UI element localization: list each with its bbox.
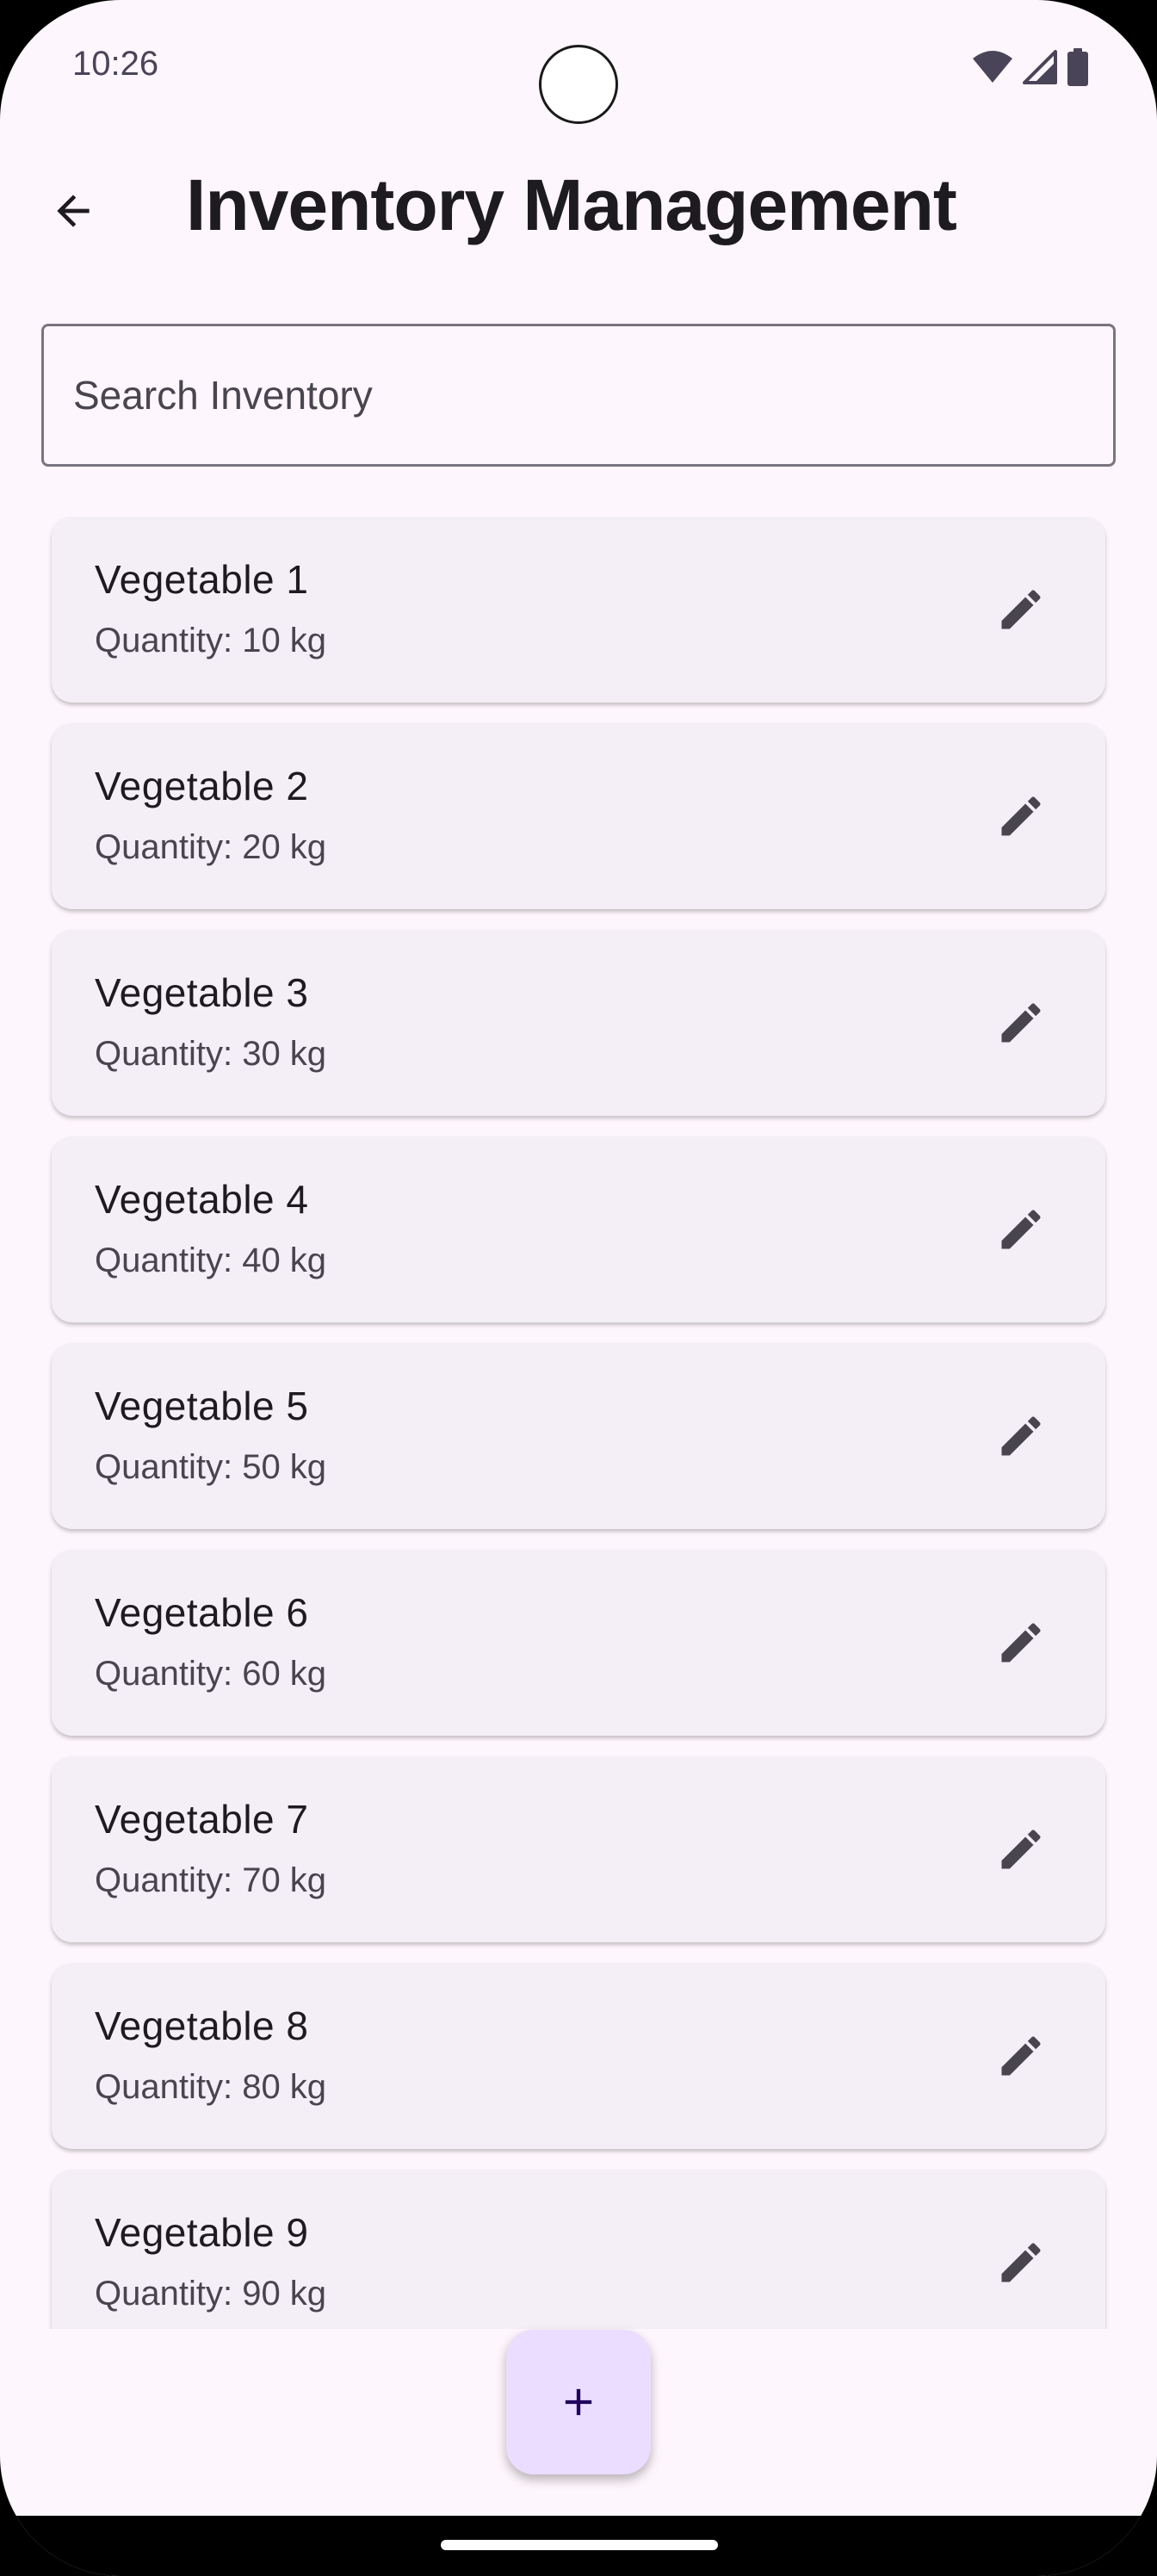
edit-button[interactable] xyxy=(978,567,1064,653)
edit-button[interactable] xyxy=(978,1806,1064,1892)
item-name: Vegetable 2 xyxy=(95,764,309,808)
edit-pencil-icon xyxy=(1001,1210,1041,1249)
edit-button[interactable] xyxy=(978,980,1064,1066)
edit-button[interactable] xyxy=(978,2013,1064,2099)
list-item[interactable]: Vegetable 6 Quantity: 60 kg xyxy=(52,1550,1105,1736)
list-item[interactable]: Vegetable 5 Quantity: 50 kg xyxy=(52,1343,1105,1529)
edit-button[interactable] xyxy=(978,1186,1064,1273)
back-button[interactable] xyxy=(34,172,112,250)
edit-pencil-icon xyxy=(1001,590,1041,629)
signal-icon xyxy=(1023,50,1057,84)
list-item[interactable]: Vegetable 8 Quantity: 80 kg xyxy=(52,1963,1105,2149)
edit-pencil-icon xyxy=(1001,1830,1041,1869)
edit-button[interactable] xyxy=(978,773,1064,859)
add-item-fab[interactable] xyxy=(506,2330,651,2474)
list-item[interactable]: Vegetable 3 Quantity: 30 kg xyxy=(52,930,1105,1116)
item-name: Vegetable 9 xyxy=(95,2210,309,2255)
list-item[interactable]: Vegetable 7 Quantity: 70 kg xyxy=(52,1756,1105,1942)
item-quantity: Quantity: 80 kg xyxy=(95,2068,327,2106)
front-camera xyxy=(539,45,618,124)
item-name: Vegetable 1 xyxy=(95,557,309,602)
status-time: 10:26 xyxy=(72,45,159,83)
item-quantity: Quantity: 50 kg xyxy=(95,1448,327,1486)
page-title: Inventory Management xyxy=(186,164,957,245)
edit-pencil-icon xyxy=(1001,2036,1041,2076)
home-indicator[interactable] xyxy=(441,2540,718,2550)
search-input[interactable] xyxy=(73,372,1113,418)
item-name: Vegetable 7 xyxy=(95,1797,309,1842)
battery-icon xyxy=(1067,48,1088,86)
edit-button[interactable] xyxy=(978,2220,1064,2306)
edit-pencil-icon xyxy=(1001,1003,1041,1043)
list-item[interactable]: Vegetable 4 Quantity: 40 kg xyxy=(52,1136,1105,1322)
list-item[interactable]: Vegetable 2 Quantity: 20 kg xyxy=(52,723,1105,909)
item-quantity: Quantity: 30 kg xyxy=(95,1035,327,1073)
edit-pencil-icon xyxy=(1001,1416,1041,1456)
item-name: Vegetable 8 xyxy=(95,2003,309,2048)
edit-button[interactable] xyxy=(978,1393,1064,1479)
edit-button[interactable] xyxy=(978,1600,1064,1686)
edit-pencil-icon xyxy=(1001,2243,1041,2282)
arrow-back-icon xyxy=(57,195,90,227)
edit-pencil-icon xyxy=(1001,1623,1041,1663)
top-app-bar: Inventory Management xyxy=(0,146,1157,276)
item-name: Vegetable 6 xyxy=(95,1590,309,1635)
wifi-icon xyxy=(973,51,1012,83)
item-name: Vegetable 5 xyxy=(95,1384,309,1428)
inventory-list[interactable]: Vegetable 1 Quantity: 10 kg Vegetable 2 … xyxy=(0,517,1157,2329)
status-icons xyxy=(973,48,1088,86)
item-quantity: Quantity: 60 kg xyxy=(95,1655,327,1693)
item-name: Vegetable 4 xyxy=(95,1177,309,1222)
edit-pencil-icon xyxy=(1001,796,1041,836)
item-name: Vegetable 3 xyxy=(95,970,309,1015)
list-item[interactable]: Vegetable 9 Quantity: 90 kg xyxy=(52,2170,1105,2329)
search-field[interactable] xyxy=(41,324,1116,467)
item-quantity: Quantity: 90 kg xyxy=(95,2275,327,2313)
item-quantity: Quantity: 10 kg xyxy=(95,622,327,659)
add-icon xyxy=(565,2388,592,2416)
item-quantity: Quantity: 70 kg xyxy=(95,1861,327,1899)
item-quantity: Quantity: 40 kg xyxy=(95,1242,327,1279)
item-quantity: Quantity: 20 kg xyxy=(95,828,327,866)
phone-screen: 10:26 Inventory Management Search Invent… xyxy=(0,0,1157,2576)
list-item[interactable]: Vegetable 1 Quantity: 10 kg xyxy=(52,517,1105,703)
status-bar: 10:26 xyxy=(0,0,1157,138)
